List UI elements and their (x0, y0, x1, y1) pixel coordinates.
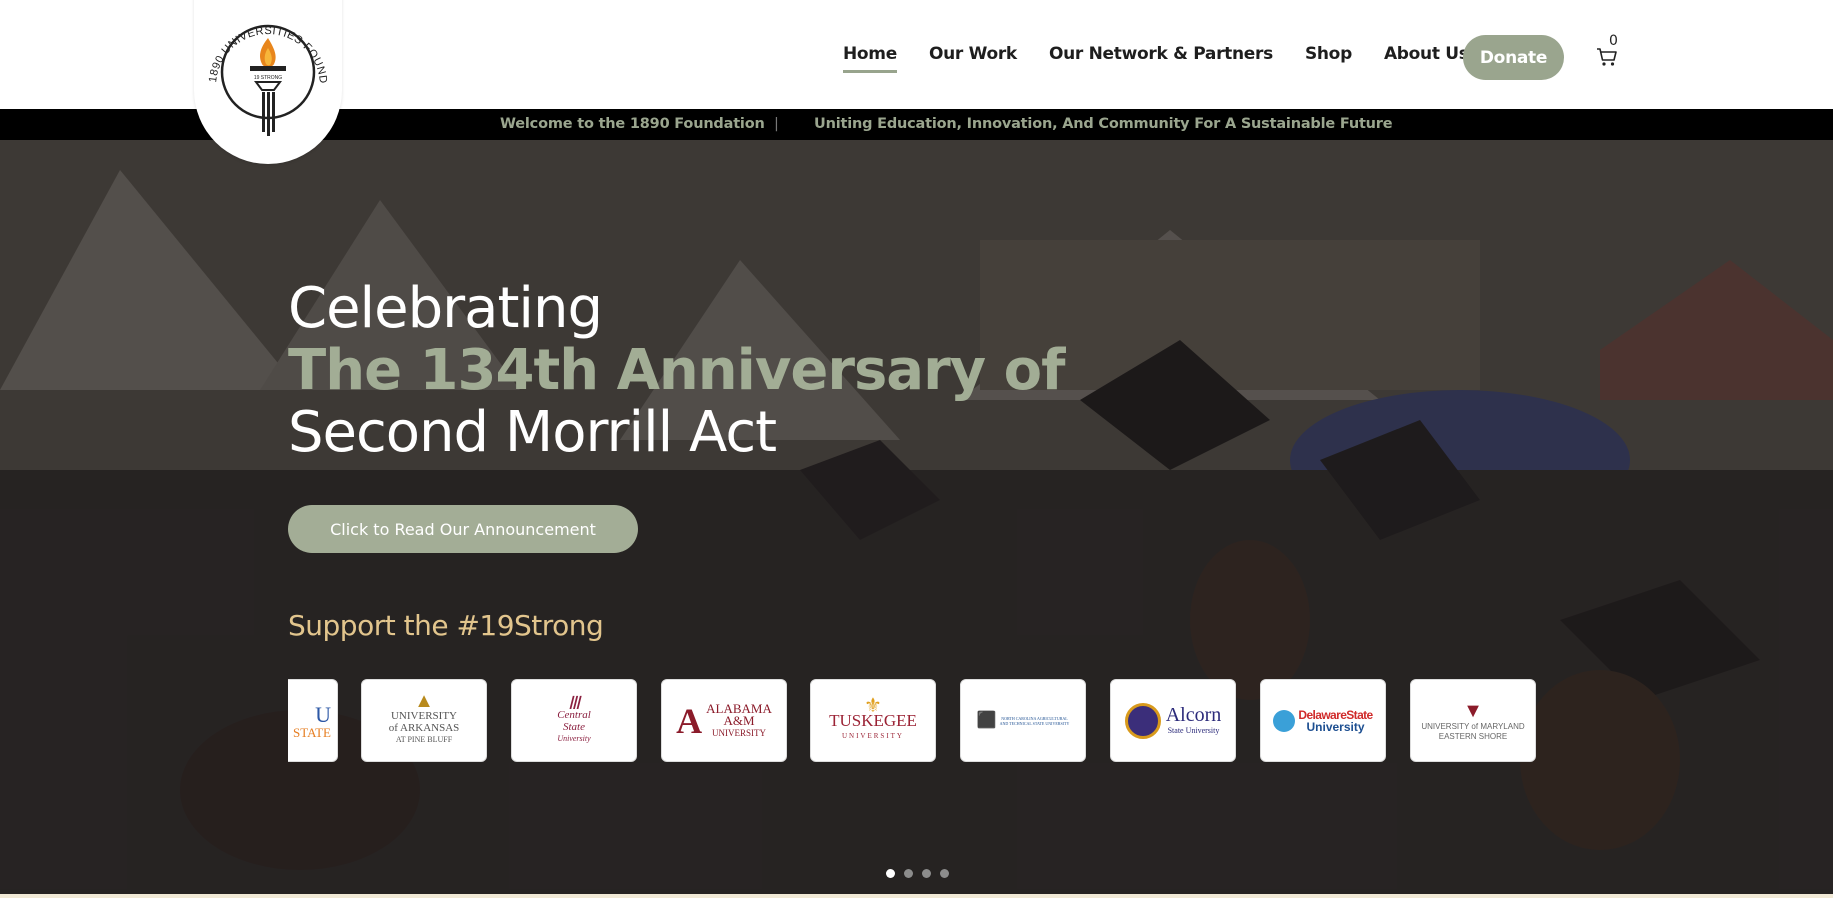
ticker-tagline: Uniting Education, Innovation, And Commu… (814, 116, 1393, 132)
headline-line-3: Second Morrill Act (288, 400, 777, 465)
university-logo-carousel[interactable]: U STATE ▲ UNIVERSITY of ARKANSAS AT PINE… (288, 678, 1538, 764)
carousel-pagination (886, 869, 958, 878)
university-logo-card[interactable]: A ALABAMA A&M UNIVERSITY (661, 679, 787, 762)
hero-overlay (0, 140, 1833, 898)
support-19strong-heading: Support the #19Strong (288, 609, 604, 642)
hero-headline: Celebrating The 134th Anniversary of Sec… (288, 276, 1066, 465)
read-announcement-button[interactable]: Click to Read Our Announcement (288, 505, 638, 553)
nav-network-partners[interactable]: Our Network & Partners (1049, 44, 1273, 64)
cart-icon[interactable] (1596, 46, 1618, 68)
logo-badge-text: 19 STRONG (254, 75, 282, 81)
university-logo-card[interactable]: DelawareState University (1260, 679, 1386, 762)
ticker-separator: | (774, 116, 779, 132)
hero-section: Celebrating The 134th Anniversary of Sec… (0, 140, 1833, 898)
main-nav: Home Our Work Our Network & Partners Sho… (843, 44, 1501, 73)
headline-line-2: The 134th Anniversary of (288, 338, 1066, 403)
site-header: 1890 UNIVERSITIES FOUNDATION 19 STRONG H… (0, 0, 1833, 164)
carousel-dot-4[interactable] (940, 869, 949, 878)
university-logo-card[interactable]: U STATE (288, 679, 338, 762)
university-logo-card[interactable]: Ⅲ Central State University (511, 679, 637, 762)
university-logo-card[interactable]: ▼ UNIVERSITY of MARYLAND EASTERN SHORE (1410, 679, 1536, 762)
logo-emblem-icon: 1890 UNIVERSITIES FOUNDATION 19 STRONG (200, 6, 329, 136)
nav-about-us[interactable]: About Us (1384, 44, 1469, 64)
page-bottom-edge (0, 894, 1833, 898)
ticker-welcome: Welcome to the 1890 Foundation (500, 116, 765, 132)
nav-shop[interactable]: Shop (1305, 44, 1352, 64)
carousel-dot-2[interactable] (904, 869, 913, 878)
nav-our-work[interactable]: Our Work (929, 44, 1017, 64)
university-logo-card[interactable]: ⚜ TUSKEGEE UNIVERSITY (810, 679, 936, 762)
carousel-dot-3[interactable] (922, 869, 931, 878)
university-logo-card[interactable]: ▲ UNIVERSITY of ARKANSAS AT PINE BLUFF (361, 679, 487, 762)
donate-button[interactable]: Donate (1463, 35, 1564, 80)
headline-line-1: Celebrating (288, 276, 603, 341)
university-logo-card[interactable]: Alcorn State University (1110, 679, 1236, 762)
university-logo-card[interactable]: ⬛ NORTH CAROLINA AGRICULTURAL AND TECHNI… (960, 679, 1086, 762)
carousel-dot-1[interactable] (886, 869, 895, 878)
nav-home[interactable]: Home (843, 44, 897, 73)
foundation-logo[interactable]: 1890 UNIVERSITIES FOUNDATION 19 STRONG (194, 0, 342, 164)
